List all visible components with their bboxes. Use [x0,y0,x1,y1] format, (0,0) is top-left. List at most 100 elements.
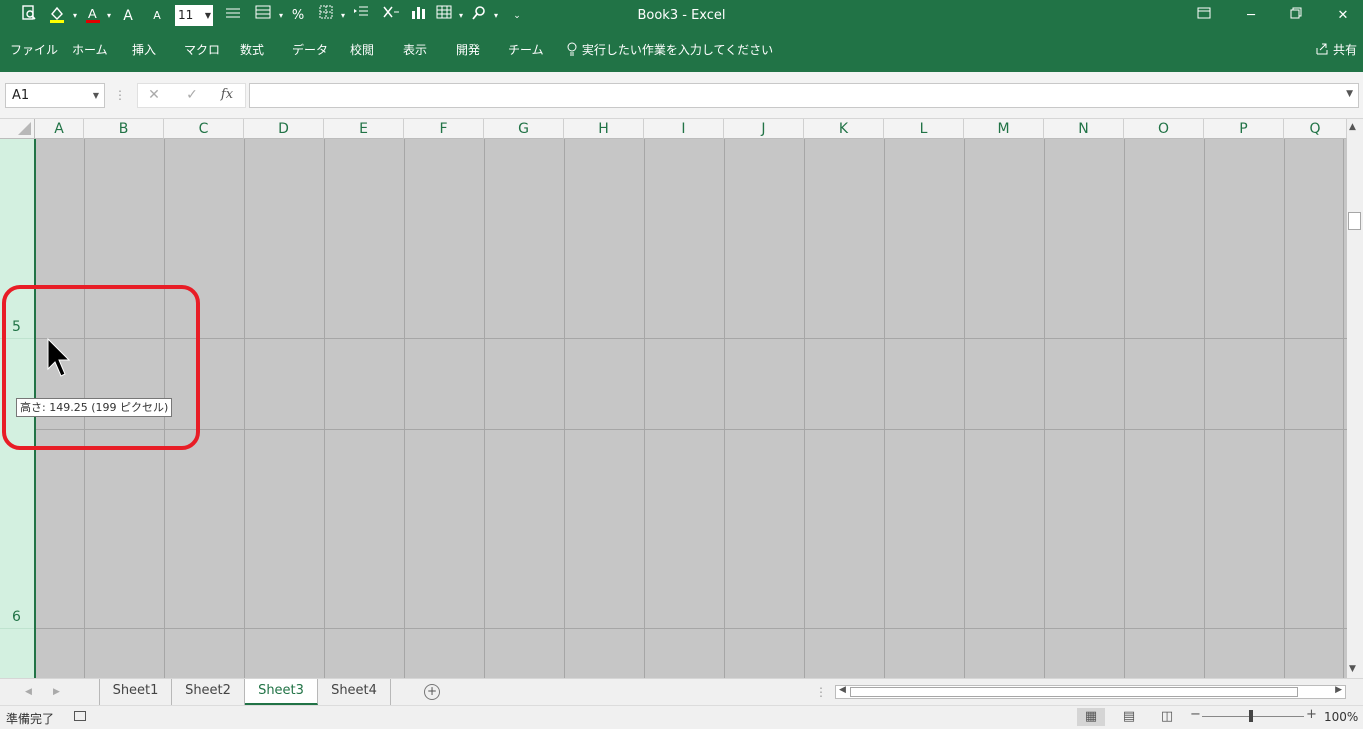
column-header-m[interactable]: M [964,119,1044,139]
restore-icon[interactable] [1281,6,1311,26]
scroll-up-icon[interactable]: ▲ [1349,122,1356,132]
tab-view[interactable]: 表示 [403,40,427,60]
sheet-tab-2[interactable]: Sheet2 [172,679,245,705]
grid-line [564,139,565,678]
column-header-d[interactable]: D [244,119,324,139]
column-header-g[interactable]: G [484,119,564,139]
column-header-f[interactable]: F [404,119,484,139]
formula-bar: A1 ▼ ⋮ ✕ ✓ fx ▼ [0,72,1363,119]
tab-data[interactable]: データ [292,40,328,60]
tab-review[interactable]: 校閲 [350,40,374,60]
tab-team[interactable]: チーム [508,40,544,60]
sheet-tab-3[interactable]: Sheet3 [245,679,318,705]
grid-line [1343,139,1344,678]
tab-home[interactable]: ホーム [72,40,108,60]
page-break-view-icon[interactable]: ◫ [1153,708,1181,726]
tab-insert[interactable]: 挿入 [132,40,156,60]
column-header-l[interactable]: L [884,119,964,139]
column-header-n[interactable]: N [1044,119,1124,139]
select-all-button[interactable] [0,119,35,139]
grid-line [964,139,965,678]
sheet-tab-4[interactable]: Sheet4 [318,679,391,705]
zoom-in-icon[interactable]: + [1306,707,1317,722]
chevron-down-icon[interactable]: ▼ [1346,89,1353,99]
title-bar: ▾ A ▾ A A 11 ▼ ▾ % ▾ ▾ ▾ ⌄ Book3 - Excel… [0,0,1363,72]
share-icon [1316,43,1328,55]
column-header-b[interactable]: B [84,119,164,139]
tell-me-text: 実行したい作業を入力してください [581,43,774,57]
column-header-o[interactable]: O [1124,119,1204,139]
column-header-a[interactable]: A [35,119,84,139]
ribbon-display-icon[interactable] [1189,6,1219,26]
tell-me-box[interactable]: 実行したい作業を入力してください [566,40,773,60]
scroll-thumb[interactable] [850,687,1298,697]
sheet-tab-1[interactable]: Sheet1 [99,679,172,705]
splitter-icon[interactable]: ⋮ [815,679,827,705]
mouse-cursor-icon [46,337,72,385]
share-label: 共有 [1332,43,1357,57]
row-header-7[interactable] [0,629,35,678]
name-box[interactable]: A1 ▼ [5,83,105,108]
insert-function-icon[interactable]: fx [215,84,239,106]
vertical-scrollbar[interactable]: ▲ ▼ [1347,119,1363,678]
column-header-e[interactable]: E [324,119,404,139]
grid-line [244,139,245,678]
row-label-6: 6 [12,609,21,625]
grid-line [404,139,405,678]
macro-record-icon[interactable] [74,711,86,721]
column-header-p[interactable]: P [1204,119,1284,139]
grid-line [884,139,885,678]
highlight-circle [2,285,200,450]
tooltip-text: 高さ: 149.25 (199 ピクセル) [20,401,169,414]
tab-file[interactable]: ファイル [10,40,58,60]
zoom-slider[interactable]: − + [1188,707,1318,724]
grid-line [804,139,805,678]
scroll-left-icon[interactable]: ◀ [839,685,846,695]
zoom-level[interactable]: 100% [1324,710,1358,724]
chevron-down-icon: ▼ [92,91,99,100]
cancel-icon[interactable]: ✕ [142,84,166,106]
grid-line [1044,139,1045,678]
status-ready: 準備完了 [6,712,55,726]
sheet-tab-bar: ◀ ▶ Sheet1 Sheet2 Sheet3 Sheet4 + ⋮ ◀ ▶ [0,678,1363,705]
enter-icon[interactable]: ✓ [180,84,204,106]
tab-formulas[interactable]: 数式 [240,40,264,60]
next-sheet-icon[interactable]: ▶ [53,679,60,705]
page-layout-view-icon[interactable]: ▤ [1115,708,1143,726]
column-header-i[interactable]: I [644,119,724,139]
scroll-thumb[interactable] [1348,212,1361,230]
grid-line [1204,139,1205,678]
row-height-tooltip: 高さ: 149.25 (199 ピクセル) [16,398,173,417]
row-boundary-line [35,628,1347,629]
more-options-icon[interactable]: ⋮ [108,84,132,106]
horizontal-scrollbar[interactable]: ◀ ▶ [835,685,1346,699]
minimize-icon[interactable]: ─ [1236,6,1266,26]
tab-macro[interactable]: マクロ [184,40,220,60]
zoom-knob[interactable] [1249,710,1253,722]
zoom-track[interactable] [1202,716,1304,717]
worksheet-grid[interactable]: A B C D E F G H I J K L M N O P Q 5 6 [0,119,1347,678]
column-header-k[interactable]: K [804,119,884,139]
grid-line [724,139,725,678]
window-title: Book3 - Excel [637,8,726,23]
grid-line [1124,139,1125,678]
scroll-right-icon[interactable]: ▶ [1335,685,1342,695]
grid-line [484,139,485,678]
scroll-down-icon[interactable]: ▼ [1349,664,1356,674]
column-header-c[interactable]: C [164,119,244,139]
lightbulb-icon [567,42,577,56]
column-header-j[interactable]: J [724,119,804,139]
normal-view-icon[interactable]: ▦ [1077,708,1105,726]
grid-line [1284,139,1285,678]
share-button[interactable]: 共有 [1315,40,1357,60]
tab-developer[interactable]: 開発 [456,40,480,60]
zoom-out-icon[interactable]: − [1190,707,1201,722]
prev-sheet-icon[interactable]: ◀ [25,679,32,705]
close-icon[interactable]: ✕ [1328,6,1358,26]
grid-line [324,139,325,678]
row-boundary-line [35,338,1347,339]
column-header-h[interactable]: H [564,119,644,139]
formula-input[interactable]: ▼ [249,83,1359,108]
column-header-q[interactable]: Q [1284,119,1347,139]
add-sheet-icon[interactable]: + [424,684,440,700]
